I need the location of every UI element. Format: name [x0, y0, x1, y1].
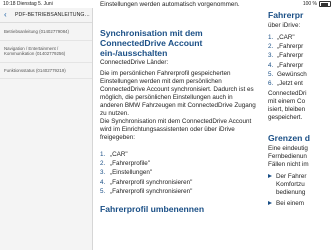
status-time: 10:18 Dienstag 5. Juni	[3, 1, 53, 7]
right-paragraph-2: Eine eindeutig Fernbedienun Fällen nicht…	[268, 145, 309, 168]
heading-sync: Synchronisation mit dem ConnectedDrive A…	[100, 28, 203, 58]
right-heading-1: Fahrerpr	[268, 10, 304, 20]
list-item: 1. „CAR"	[100, 151, 128, 158]
sidebar-item-navigation[interactable]: Navigation / Entertainment / Kommunikati…	[0, 41, 92, 63]
right-paragraph: ConnectedDri mit einem Co isiert, bleibe…	[268, 90, 307, 121]
right-intro: über iDrive:	[268, 22, 301, 29]
list-item: 5. „Fahrerprofil synchronisieren"	[100, 187, 193, 195]
laender-label: ConnectedDrive Länder:	[100, 59, 169, 66]
right-bullet-2: Bei einem	[268, 200, 304, 208]
list-item: 3. „Fahrerpr	[268, 52, 304, 60]
list-item: 4. „Fahrerpr	[268, 61, 304, 69]
right-bullet-1: Der Fahrer Komfortzu bedienung	[268, 173, 306, 197]
arrow-right-icon	[268, 174, 272, 179]
sync-paragraph: Die im persönlichen Fahrerprofil gespeic…	[100, 70, 256, 117]
list-item: 2. „Fahrerprofile"	[100, 160, 151, 168]
list-item: 3. „Einstellungen"	[100, 169, 153, 177]
sidebar-item-betriebsanleitung[interactable]: Betriebsanleitung (01402779084)	[0, 24, 92, 41]
sidebar-title: PDF-BETRIEBSANLEITUNGE...	[15, 12, 90, 18]
sidebar-list: Betriebsanleitung (01402779084) Navigati…	[0, 24, 92, 80]
heading-rename: Fahrerprofil umbenennen	[100, 204, 205, 214]
list-item: 1. „CAR"	[268, 34, 295, 41]
sidebar-item-funktionsstatus[interactable]: Funktionsstatus (01402779219)	[0, 63, 92, 80]
arrow-right-icon	[268, 201, 272, 206]
sync-paragraph-2: Die Synchronisation mit dem ConnectedDri…	[100, 118, 252, 141]
right-heading-2: Grenzen d	[268, 133, 311, 143]
sidebar-header: ‹ PDF-BETRIEBSANLEITUNGE...	[0, 8, 92, 23]
back-chevron-icon[interactable]: ‹	[4, 11, 12, 19]
list-item: 6. „Jetzt ent	[268, 80, 303, 88]
right-column: Fahrerpr über iDrive: 1. „CAR" 2. „Fahrerp…	[267, 0, 334, 250]
main-content: Einstellungen werden automatisch vorgeno…	[92, 0, 267, 250]
sidebar: ‹ PDF-BETRIEBSANLEITUNGE... Betriebsanle…	[0, 8, 93, 250]
intro-text: Einstellungen werden automatisch vorgeno…	[100, 1, 240, 8]
sync-steps-list: 1. „CAR" 2. „Fahrerprofile" 3. „Einstellung…	[100, 150, 256, 196]
list-item: 5. Gewünsch	[268, 70, 307, 78]
right-steps-list: 1. „CAR" 2. „Fahrerpr 3. „Fahrerpr 4. „Fahre…	[268, 33, 307, 88]
list-item: 4. „Fahrerprofil synchronisieren"	[100, 178, 193, 186]
list-item: 2. „Fahrerpr	[268, 43, 304, 51]
